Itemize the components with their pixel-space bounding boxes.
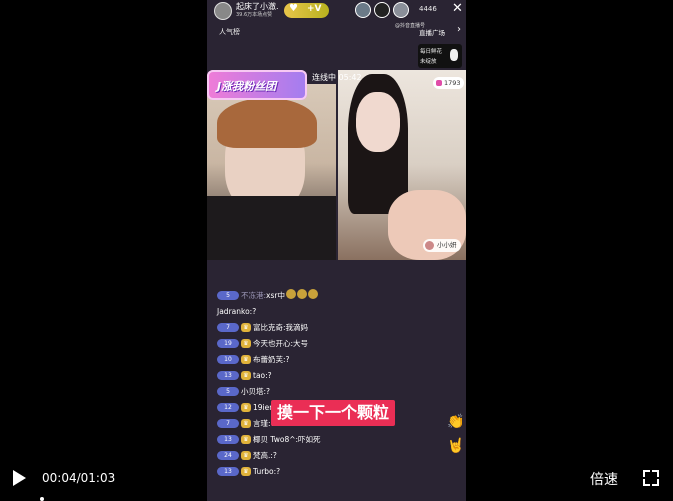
user-level-badge: 13 [217, 371, 239, 380]
fan-badge-icon: ♛ [241, 419, 251, 428]
pk-video-right [338, 70, 466, 260]
daily-flower-widget[interactable]: 每日鲜花 未绽放 [418, 44, 462, 68]
user-level-badge: 24 [217, 451, 239, 460]
follow-label: +V [307, 4, 322, 14]
top-bar: 起床了小澈. 39.6万本场点赞 ♥ +V 4446 ✕ [207, 0, 466, 22]
emoji-icon [296, 289, 307, 299]
chat-username[interactable]: 不冻港: [241, 291, 266, 300]
chat-message[interactable]: 13 ♛ tao:? [217, 368, 437, 384]
guest-name: 小小妍 [437, 241, 457, 249]
guest-face [356, 92, 400, 152]
host-likes: 39.6万本场点赞 [236, 12, 273, 18]
chat-username[interactable]: 言瑾: [253, 419, 271, 428]
video-caption: 摸一下一个颗粒 [271, 400, 396, 426]
score-icon [436, 80, 442, 86]
progress-handle[interactable] [40, 497, 44, 501]
chat-text: ? [252, 307, 257, 316]
chat-message[interactable]: 7 ♛ 富比克奇:我滴妈 [217, 320, 437, 336]
chat-message[interactable]: 19 ♛ 今天也开心:大号 [217, 336, 437, 352]
chat-username[interactable]: tao: [253, 371, 268, 380]
guest-avatar [425, 241, 434, 250]
follow-button[interactable]: ♥ +V [284, 3, 329, 18]
guest-score-value: 1793 [444, 79, 461, 87]
chat-username[interactable]: 小贝塔: [241, 387, 266, 396]
user-level-badge: 13 [217, 435, 239, 444]
chat-message[interactable]: 24 ♛ 梵高.:? [217, 448, 437, 464]
chat-text: 大号 [293, 339, 309, 348]
popularity-rank[interactable]: 人气榜 [219, 27, 240, 37]
chat-username[interactable]: 梵高.: [253, 451, 273, 460]
chat-text: ? [276, 467, 281, 476]
chat-username[interactable]: 椰贝 Two8^: [253, 435, 298, 444]
user-level-badge: 5 [217, 291, 239, 300]
fan-club-banner[interactable]: J涨我粉丝团 [207, 70, 307, 100]
user-level-badge: 12 [217, 403, 239, 412]
chat-message[interactable]: 13 ♛ 椰贝 Two8^:吓如死 [217, 432, 437, 448]
live-stream-frame: 起床了小澈. 39.6万本场点赞 ♥ +V 4446 ✕ 人气榜 @抖音直播号 … [207, 0, 466, 501]
chat-text: ? [266, 387, 271, 396]
fan-badge-icon: ♛ [241, 435, 251, 444]
viewer-avatar[interactable] [393, 2, 409, 18]
chevron-right-icon[interactable]: › [457, 24, 461, 35]
chat-message[interactable]: 10 ♛ 布蕾奶芙:? [217, 352, 437, 368]
chat-text: ? [272, 451, 277, 460]
close-icon[interactable]: ✕ [452, 1, 463, 16]
user-level-badge: 7 [217, 323, 239, 332]
chat-text: ? [285, 355, 290, 364]
guest-name-tag[interactable]: 小小妍 [423, 239, 461, 252]
chat-username[interactable]: Jadranko: [217, 307, 252, 316]
chat-username[interactable]: 富比克奇: [253, 323, 286, 332]
chat-message[interactable]: Jadranko:? [217, 304, 437, 320]
fan-badge-icon: ♛ [241, 403, 251, 412]
chat-message[interactable]: 5 小贝塔:? [217, 384, 437, 400]
rock-hand-icon: 🤘 [447, 438, 465, 454]
chat-username[interactable]: 今天也开心: [253, 339, 293, 348]
fan-club-label: J涨我粉丝团 [217, 80, 277, 93]
viewer-count[interactable]: 4446 [419, 5, 437, 13]
host-avatar[interactable] [214, 2, 232, 20]
user-level-badge: 19 [217, 339, 239, 348]
fan-badge-icon: ♛ [241, 371, 251, 380]
chat-text: ? [267, 371, 272, 380]
speed-button[interactable]: 倍速 [590, 469, 618, 489]
chat-text: xsr中 [266, 291, 285, 300]
streamer-hair [217, 98, 317, 148]
chat-text: 吓如死 [298, 435, 321, 444]
play-icon[interactable] [13, 470, 26, 486]
chat-text: 我滴妈 [285, 323, 309, 332]
viewer-avatar[interactable] [355, 2, 371, 18]
fan-badge-icon: ♛ [241, 323, 251, 332]
user-level-badge: 5 [217, 387, 239, 396]
flower-icon [450, 49, 458, 61]
fan-badge-icon: ♛ [241, 467, 251, 476]
emoji-icon [285, 289, 296, 299]
user-level-badge: 7 [217, 419, 239, 428]
fullscreen-icon[interactable] [643, 470, 659, 486]
fan-badge-icon: ♛ [241, 451, 251, 460]
fan-badge-icon: ♛ [241, 355, 251, 364]
chat-list[interactable]: 5 不冻港:xsr中 Jadranko:? 7 ♛ 富比克奇:我滴妈 19 ♛ 今天也开心:大号… [217, 288, 437, 480]
fan-badge-icon: ♛ [241, 339, 251, 348]
user-level-badge: 13 [217, 467, 239, 476]
chat-message[interactable]: 13 ♛ Turbo:? [217, 464, 437, 480]
viewer-avatar[interactable] [374, 2, 390, 18]
chat-username[interactable]: 布蕾奶芙: [253, 355, 286, 364]
guest-score: 1793 [433, 77, 464, 89]
chat-username[interactable]: Turbo: [253, 467, 276, 476]
clap-icon: 👏 [447, 414, 465, 430]
streamer-body [207, 196, 336, 260]
user-level-badge: 10 [217, 355, 239, 364]
pk-status: 连线中 05:42 [312, 73, 362, 82]
emoji-icon [307, 289, 318, 299]
heart-icon: ♥ [289, 3, 298, 14]
chat-message[interactable]: 5 不冻港:xsr中 [217, 288, 437, 304]
gift-line1: 每日鲜花 [420, 49, 443, 55]
plaza-link[interactable]: 直播广场 [419, 27, 445, 37]
video-time: 00:04/01:03 [42, 471, 116, 485]
gift-line2: 未绽放 [420, 59, 437, 65]
pk-video-left [207, 84, 336, 260]
